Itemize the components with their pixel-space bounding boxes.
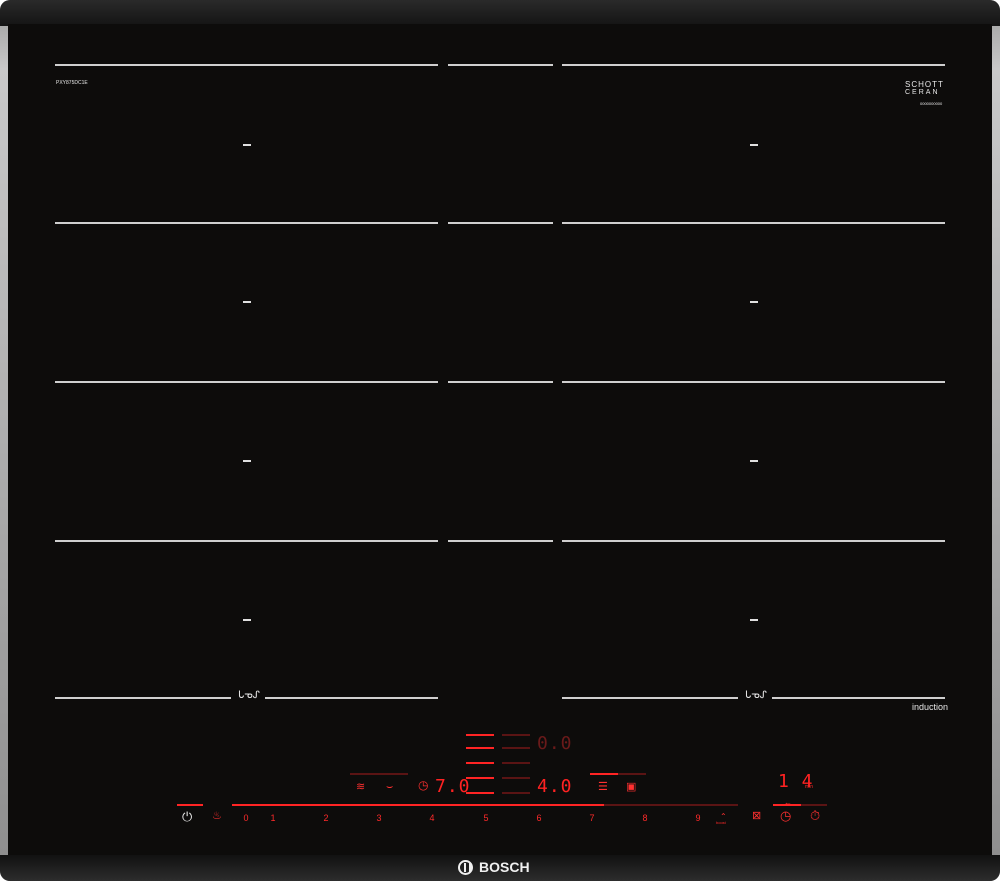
zone-center-mark [243, 460, 251, 462]
zone-selector[interactable] [502, 777, 530, 779]
left-level-display: 7.0 [435, 776, 471, 797]
zone-line [265, 697, 438, 699]
bosch-armature-icon [458, 859, 473, 875]
zone-line [55, 222, 438, 224]
glass-brand-line2: CERAN [905, 89, 940, 96]
center-level-display: 4.0 [537, 776, 573, 797]
zone-line [55, 540, 438, 542]
timer-unit: min [805, 784, 814, 790]
cooktop: PXY875DC1E SCHOTT CERAN 0000000000 ᒐᓀᔑ ᒐ… [0, 0, 1000, 881]
indicator-bar [350, 773, 408, 775]
level-7[interactable]: 7 [582, 813, 602, 823]
bosch-logo: BOSCH [458, 856, 548, 878]
zone-selector[interactable] [466, 762, 494, 764]
zone-selector[interactable] [466, 747, 494, 749]
zone-center-mark [243, 301, 251, 303]
glass-surface [8, 24, 992, 856]
level-8[interactable]: 8 [635, 813, 655, 823]
keep-warm-icon[interactable]: ⊠ [752, 811, 761, 822]
zone-line [448, 381, 553, 383]
glass-code: 0000000000 [920, 101, 943, 106]
indicator-bar [773, 804, 801, 806]
zone-selector[interactable] [466, 734, 494, 736]
stopwatch-icon[interactable]: ⏱ [810, 809, 820, 822]
zone-selector[interactable] [502, 762, 530, 764]
level-3[interactable]: 3 [369, 813, 389, 823]
induction-label: induction [912, 702, 949, 712]
zone-line [55, 697, 231, 699]
zone-line [562, 381, 945, 383]
power-icon[interactable]: ⏻ [182, 810, 192, 823]
level-slider-track[interactable] [232, 804, 604, 806]
zone-line [772, 697, 945, 699]
flex-zone-left-icon[interactable]: ≋ [356, 782, 365, 793]
zone-line [448, 222, 553, 224]
zone-selector[interactable] [502, 734, 530, 736]
brand-name: BOSCH [479, 859, 530, 875]
child-lock-icon[interactable]: ♨ [212, 811, 222, 822]
level-0[interactable]: 0 [236, 813, 256, 823]
flex-link-icon: ᒐᓀᔑ [238, 690, 260, 701]
arrow-left-icon[interactable]: ← [784, 797, 792, 808]
menu-icon[interactable]: ☰ [598, 782, 608, 793]
flex-zone-right-icon[interactable]: ⌣ [386, 782, 393, 793]
zone-center-mark [750, 144, 758, 146]
flex-link-icon: ᒐᓀᔑ [745, 690, 767, 701]
zone-selector[interactable] [502, 792, 530, 794]
boost-label: boost [716, 820, 726, 825]
center-top-display: 0.0 [537, 733, 573, 754]
glass-brand-line1: SCHOTT [905, 80, 944, 89]
level-2[interactable]: 2 [316, 813, 336, 823]
top-frame [0, 0, 1000, 26]
level-1[interactable]: 1 [263, 813, 283, 823]
indicator-bar [590, 773, 618, 775]
zone-center-mark [243, 144, 251, 146]
zone-line [55, 64, 438, 66]
zone-selector[interactable] [502, 747, 530, 749]
pan-icon[interactable]: ▣ [626, 782, 636, 793]
level-5[interactable]: 5 [476, 813, 496, 823]
model-number: PXY875DC1E [56, 80, 88, 86]
zone-center-mark [750, 460, 758, 462]
level-4[interactable]: 4 [422, 813, 442, 823]
zone-line [562, 64, 945, 66]
zone-line [448, 64, 553, 66]
zone-line [55, 381, 438, 383]
zone-center-mark [243, 619, 251, 621]
zone-line [562, 697, 738, 699]
zone-line [562, 222, 945, 224]
zone-line [562, 540, 945, 542]
level-6[interactable]: 6 [529, 813, 549, 823]
zone-line [448, 540, 553, 542]
level-slider-track-remaining[interactable] [604, 804, 738, 806]
zone-center-mark [750, 301, 758, 303]
clock-icon[interactable]: ◷ [780, 809, 791, 822]
indicator-bar [618, 773, 646, 775]
timer-icon[interactable]: ◷ [418, 779, 428, 791]
level-9[interactable]: 9 [688, 813, 708, 823]
power-indicator-bar [177, 804, 203, 806]
zone-center-mark [750, 619, 758, 621]
indicator-bar [801, 804, 827, 806]
